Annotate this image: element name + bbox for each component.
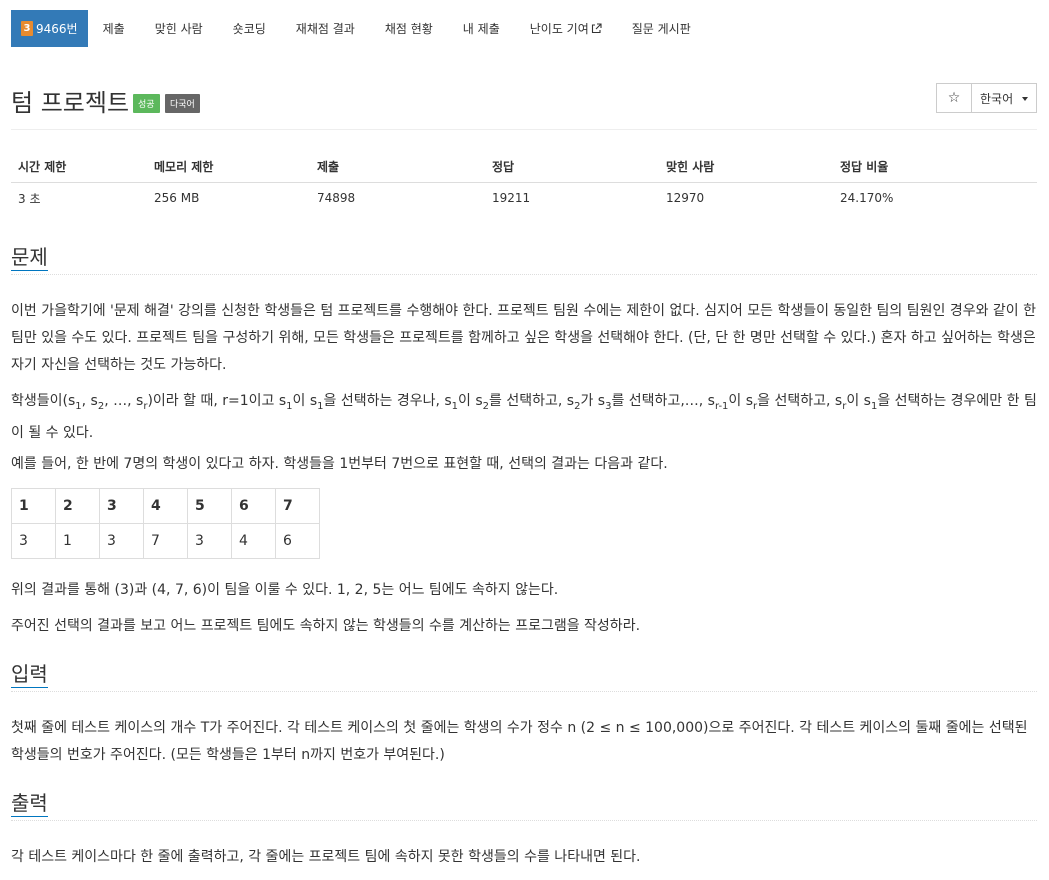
problem-paragraph-5: 주어진 선택의 결과를 보고 어느 프로젝트 팀에도 속하지 않는 학생들의 수… xyxy=(11,618,641,634)
output-paragraph: 각 테스트 케이스마다 한 줄에 출력하고, 각 줄에는 프로젝트 팀에 속하지… xyxy=(11,849,641,865)
language-dropdown[interactable]: 한국어 xyxy=(971,83,1037,113)
tier-badge-icon: 3 xyxy=(21,21,33,36)
table-row: 3 1 3 7 3 4 6 xyxy=(11,523,320,559)
table-header-cell: 7 xyxy=(275,488,320,524)
nav-question-board[interactable]: 질문 게시판 xyxy=(617,10,706,47)
table-header-cell: 5 xyxy=(187,488,232,524)
problem-title-row: 텀 프로젝트 성공 다국어 ☆ 한국어 xyxy=(11,83,1037,117)
p2-text: 를 선택하고,…, s xyxy=(611,393,715,409)
table-header-cell: 6 xyxy=(231,488,276,524)
input-heading: 입력 xyxy=(11,658,48,688)
problem-paragraph-2: 학생들이(s1, s2, …, sr)이라 할 때, r=1이고 s1이 s1을… xyxy=(11,388,1037,447)
table-header-cell: 3 xyxy=(99,488,144,524)
favorite-star-button[interactable]: ☆ xyxy=(936,83,972,113)
section-divider xyxy=(11,691,1037,692)
star-icon: ☆ xyxy=(947,90,961,106)
problem-heading: 문제 xyxy=(11,241,48,271)
input-section-heading: 입력 xyxy=(11,658,1037,692)
header-submissions: 제출 xyxy=(310,152,485,183)
nav-difficulty-label: 난이도 기여 xyxy=(529,22,589,36)
table-header-cell: 1 xyxy=(11,488,56,524)
example-choice-table: 1 2 3 4 5 6 7 3 1 3 7 3 4 6 xyxy=(11,488,320,559)
title-actions: ☆ 한국어 xyxy=(936,83,1037,113)
table-cell: 6 xyxy=(275,523,320,559)
nav-my-submissions[interactable]: 내 제출 xyxy=(448,10,515,47)
table-cell: 3 xyxy=(99,523,144,559)
p2-text: 가 s xyxy=(580,393,606,409)
table-cell: 1 xyxy=(55,523,100,559)
value-solved-users: 12970 xyxy=(666,191,705,206)
header-solved-users: 맞힌 사람 xyxy=(659,152,833,183)
table-cell: 3 xyxy=(11,523,56,559)
table-header-cell: 2 xyxy=(55,488,100,524)
table-row: 1 2 3 4 5 6 7 xyxy=(11,488,320,524)
header-accepted: 정답 xyxy=(485,152,659,183)
chevron-down-icon xyxy=(1022,97,1028,101)
p2-text: , s xyxy=(81,393,98,409)
title-divider xyxy=(11,129,1037,130)
sub: r-1 xyxy=(714,400,729,412)
nav-rejudge-results[interactable]: 재채점 결과 xyxy=(281,10,370,47)
table-cell: 7 xyxy=(143,523,188,559)
status-badge-success: 성공 xyxy=(133,94,160,113)
page-title: 텀 프로젝트 xyxy=(11,89,130,117)
p2-text: 학생들이(s xyxy=(11,393,76,409)
problem-paragraph-3: 예를 들어, 한 반에 7명의 학생이 있다고 하자. 학생들을 1번부터 7번… xyxy=(11,456,668,472)
value-time-limit: 3 초 xyxy=(18,191,41,206)
problem-number-label: 9466번 xyxy=(36,22,78,36)
p2-text: , …, s xyxy=(104,393,144,409)
header-memory-limit: 메모리 제한 xyxy=(147,152,310,183)
output-heading: 출력 xyxy=(11,787,48,817)
table-header-cell: 4 xyxy=(143,488,188,524)
info-header-row: 시간 제한 메모리 제한 제출 정답 맞힌 사람 정답 비율 xyxy=(11,152,1037,183)
p2-text: )이라 할 때, r=1이고 s xyxy=(147,393,287,409)
language-selected: 한국어 xyxy=(980,91,1014,106)
nav-submit[interactable]: 제출 xyxy=(88,10,140,47)
input-paragraph: 첫째 줄에 테스트 케이스의 개수 T가 주어진다. 각 테스트 케이스의 첫 … xyxy=(11,720,1028,763)
p2-text: 이 s xyxy=(292,393,318,409)
section-divider xyxy=(11,274,1037,275)
nav-difficulty-contribution[interactable]: 난이도 기여 xyxy=(515,10,617,47)
problem-paragraph-1: 이번 가을학기에 '문제 해결' 강의를 신청한 학생들은 텀 프로젝트를 수행… xyxy=(11,303,1036,373)
problem-nav: 3 9466번 제출 맞힌 사람 숏코딩 재채점 결과 채점 현황 내 제출 난… xyxy=(11,10,706,47)
problem-section-heading: 문제 xyxy=(11,241,1037,275)
multilingual-badge: 다국어 xyxy=(165,94,200,113)
nav-solved-users[interactable]: 맞힌 사람 xyxy=(140,10,218,47)
table-cell: 4 xyxy=(231,523,276,559)
value-accepted: 19211 xyxy=(492,191,531,206)
section-divider xyxy=(11,820,1037,821)
p2-text: 이 s xyxy=(846,393,871,409)
table-cell: 3 xyxy=(187,523,232,559)
p2-text: 을 선택하는 경우나, s xyxy=(323,393,452,409)
header-time-limit: 시간 제한 xyxy=(11,152,147,183)
problem-info-table: 시간 제한 메모리 제한 제출 정답 맞힌 사람 정답 비율 3 초 256 M… xyxy=(11,152,1037,214)
header-accept-ratio: 정답 비율 xyxy=(833,152,1037,183)
nav-judge-status[interactable]: 채점 현황 xyxy=(370,10,448,47)
external-link-icon xyxy=(591,23,602,34)
value-accept-ratio: 24.170% xyxy=(840,191,894,206)
problem-paragraph-4: 위의 결과를 통해 (3)과 (4, 7, 6)이 팀을 이룰 수 있다. 1,… xyxy=(11,582,559,598)
p2-text: 를 선택하고, s xyxy=(489,393,575,409)
nav-short-coding[interactable]: 숏코딩 xyxy=(218,10,281,47)
p2-text: 을 선택하고, s xyxy=(757,393,843,409)
value-submissions: 74898 xyxy=(317,191,356,206)
output-section-heading: 출력 xyxy=(11,787,1037,821)
p2-text: 이 s xyxy=(728,393,754,409)
p2-text: 이 s xyxy=(458,393,483,409)
value-memory-limit: 256 MB xyxy=(154,191,200,206)
info-value-row: 3 초 256 MB 74898 19211 12970 24.170% xyxy=(11,182,1037,214)
nav-problem-number[interactable]: 3 9466번 xyxy=(11,10,88,47)
